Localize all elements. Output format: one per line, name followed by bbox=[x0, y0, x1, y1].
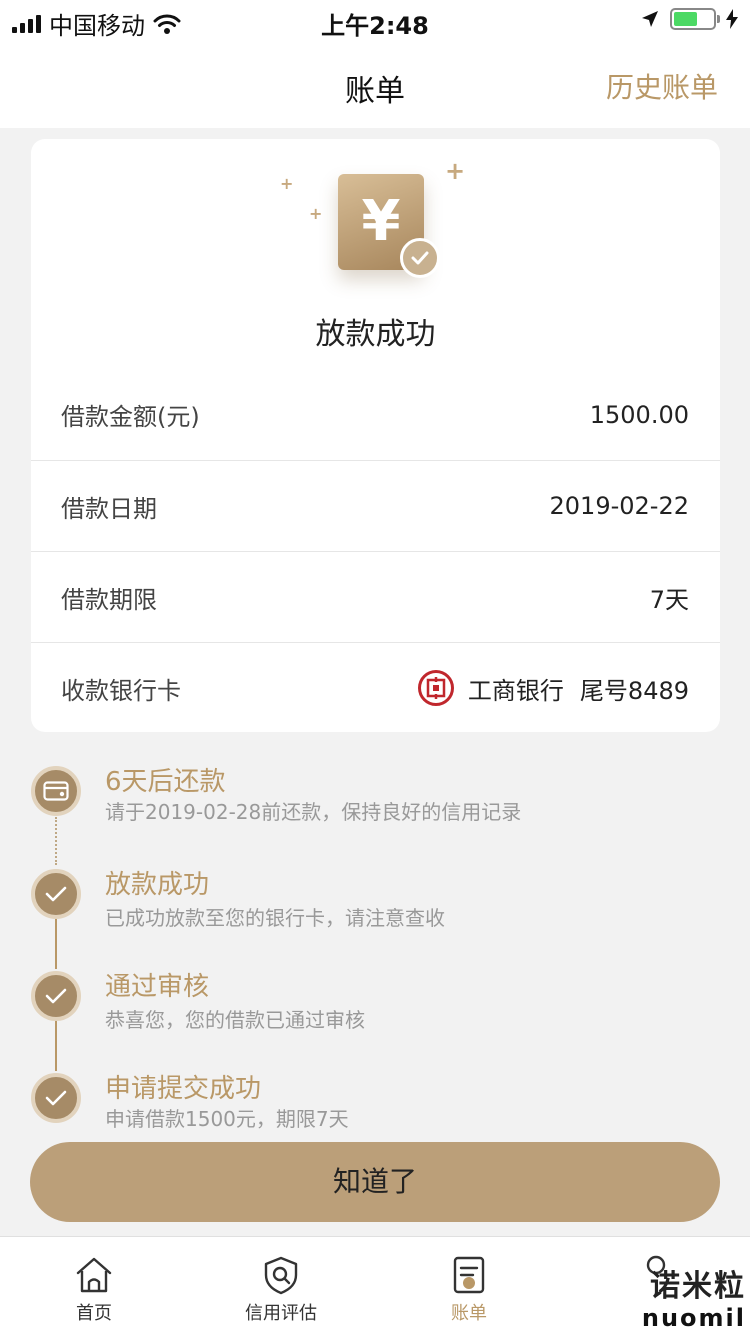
bill-icon bbox=[409, 1253, 529, 1295]
bank-card-value: 工商银行 尾号8489 bbox=[417, 670, 689, 706]
shield-search-icon bbox=[221, 1253, 341, 1295]
watermark-en: nuomil bbox=[641, 1304, 746, 1332]
loan-status-title: 放款成功 bbox=[315, 317, 436, 352]
loan-status-hero: + + + ¥ 放款成功 bbox=[31, 139, 720, 367]
row-label: 借款日期 bbox=[61, 494, 157, 523]
timeline-desc: 请于2019-02-28前还款，保持良好的信用记录 bbox=[105, 800, 522, 824]
home-icon bbox=[34, 1253, 154, 1295]
charging-bolt-icon bbox=[726, 9, 738, 29]
row-label: 收款银行卡 bbox=[61, 676, 181, 705]
row-label: 借款期限 bbox=[61, 585, 157, 614]
timeline-item: 放款成功 已成功放款至您的银行卡，请注意查收 bbox=[0, 848, 750, 948]
timeline-desc: 恭喜您，您的借款已通过审核 bbox=[105, 1008, 365, 1032]
timeline-title: 通过审核 bbox=[105, 972, 210, 1002]
battery-icon bbox=[670, 8, 720, 30]
bank-card-row: 收款银行卡 工商银行 尾号8489 bbox=[31, 642, 720, 733]
tab-credit-assessment[interactable]: 信用评估 bbox=[221, 1253, 341, 1325]
tab-label: 首页 bbox=[76, 1303, 112, 1324]
sparkle-icon: + bbox=[280, 174, 294, 193]
watermark-cn: 诺米粒 bbox=[650, 1269, 746, 1304]
status-bar: 中国移动 上午2:48 bbox=[0, 0, 750, 40]
sparkle-icon: + bbox=[309, 204, 323, 223]
nuomil-watermark: 诺米粒 nuomil bbox=[641, 1269, 746, 1332]
tab-label: 信用评估 bbox=[245, 1303, 317, 1324]
card-icon bbox=[31, 766, 81, 816]
sparkle-icon: + bbox=[445, 157, 466, 185]
row-value: 2019-02-22 bbox=[549, 492, 689, 520]
check-icon bbox=[31, 971, 81, 1021]
row-value: 7天 bbox=[649, 585, 689, 614]
timeline-title: 放款成功 bbox=[105, 870, 210, 900]
check-icon bbox=[31, 1073, 81, 1123]
row-value: 1500.00 bbox=[589, 400, 689, 429]
tab-bills[interactable]: 账单 bbox=[409, 1253, 529, 1325]
timeline-item: 6天后还款 请于2019-02-28前还款，保持良好的信用记录 bbox=[0, 745, 750, 845]
got-it-button[interactable]: 知道了 bbox=[30, 1142, 720, 1222]
timeline-item: 申请提交成功 申请借款1500元，期限7天 bbox=[0, 1052, 750, 1152]
tab-bar: 首页 信用评估 账单 bbox=[0, 1236, 750, 1334]
location-arrow-icon bbox=[642, 11, 658, 27]
check-badge-icon bbox=[400, 238, 440, 278]
tab-label: 账单 bbox=[451, 1303, 487, 1324]
icbc-logo-icon bbox=[417, 670, 454, 706]
check-icon bbox=[31, 869, 81, 919]
timeline-item: 通过审核 恭喜您，您的借款已通过审核 bbox=[0, 950, 750, 1050]
status-right bbox=[640, 8, 738, 30]
loan-detail-card: + + + ¥ 放款成功 借款金额(元) 1500.00 借款日期 2019-0… bbox=[31, 139, 720, 732]
timeline-title: 6天后还款 bbox=[105, 767, 226, 797]
timeline-desc: 已成功放款至您的银行卡，请注意查收 bbox=[105, 906, 445, 930]
loan-term-row: 借款期限 7天 bbox=[31, 551, 720, 642]
history-bills-link[interactable]: 历史账单 bbox=[606, 66, 718, 106]
timeline-title: 申请提交成功 bbox=[105, 1074, 262, 1104]
loan-amount-row: 借款金额(元) 1500.00 bbox=[31, 369, 720, 460]
loan-date-row: 借款日期 2019-02-22 bbox=[31, 460, 720, 551]
bank-name: 工商银行 bbox=[467, 676, 564, 705]
status-time: 上午2:48 bbox=[321, 12, 429, 40]
timeline-desc: 申请借款1500元，期限7天 bbox=[105, 1107, 349, 1131]
nav-bar: 账单 历史账单 bbox=[0, 40, 750, 128]
row-label: 借款金额(元) bbox=[61, 403, 200, 431]
tab-home[interactable]: 首页 bbox=[34, 1253, 154, 1325]
card-tail: 尾号8489 bbox=[579, 676, 689, 705]
